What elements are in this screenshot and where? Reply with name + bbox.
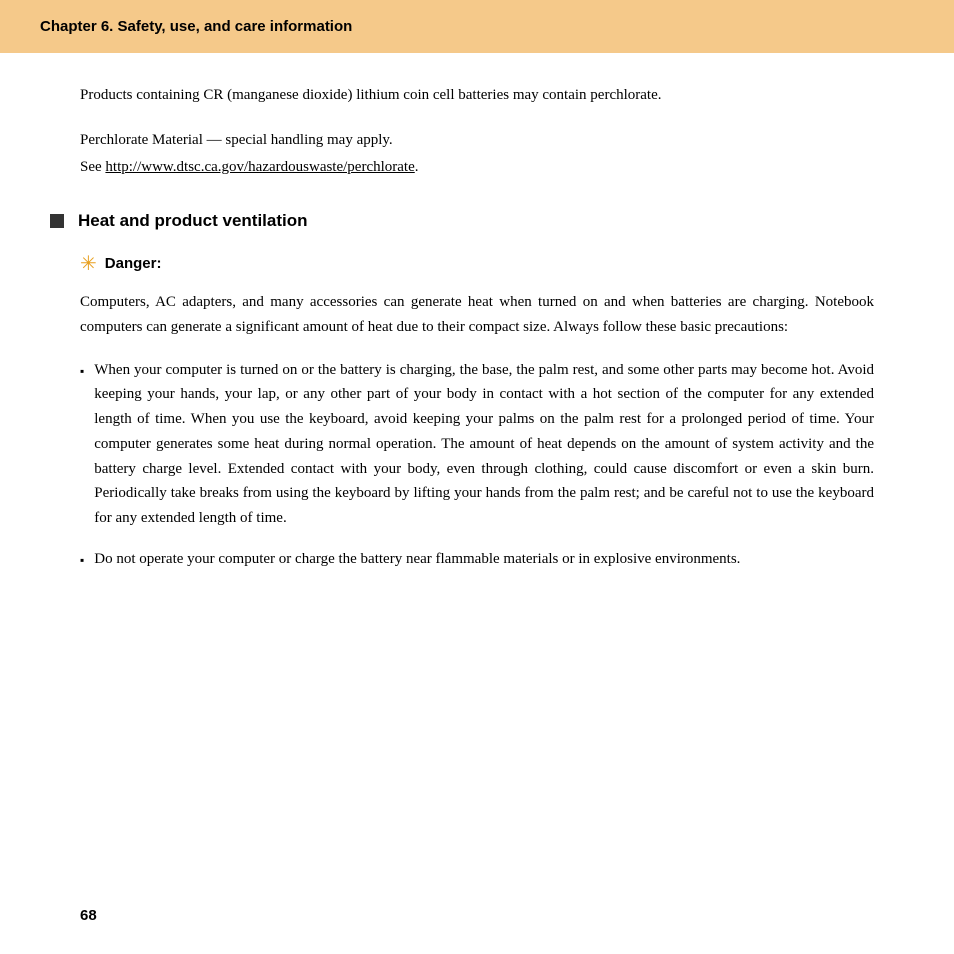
bullet-item-1: ▪ When your computer is turned on or the… xyxy=(80,358,874,531)
chapter-title: Chapter 6. Safety, use, and care informa… xyxy=(40,18,352,35)
bullet-text-1: When your computer is turned on or the b… xyxy=(94,358,874,531)
bullet-item-2: ▪ Do not operate your computer or charge… xyxy=(80,547,874,572)
danger-paragraph: Computers, AC adapters, and many accesso… xyxy=(80,290,874,340)
danger-star-icon: ✳ xyxy=(80,251,97,276)
perchlorate-end: . xyxy=(415,159,419,175)
intro-paragraph-1: Products containing CR (manganese dioxid… xyxy=(80,83,874,107)
danger-label: Danger: xyxy=(105,255,162,272)
section-square-icon xyxy=(50,214,64,228)
perchlorate-see: See xyxy=(80,159,105,175)
section-heading: Heat and product ventilation xyxy=(50,211,874,231)
perchlorate-link[interactable]: http://www.dtsc.ca.gov/hazardouswaste/pe… xyxy=(105,159,414,175)
chapter-header: Chapter 6. Safety, use, and care informa… xyxy=(0,0,954,53)
page-number: 68 xyxy=(80,907,97,924)
section-heading-text: Heat and product ventilation xyxy=(78,211,308,231)
perchlorate-paragraph: Perchlorate Material — special handling … xyxy=(80,127,874,181)
content-area: Products containing CR (manganese dioxid… xyxy=(0,53,954,628)
danger-block: ✳ Danger: xyxy=(80,251,874,276)
bullet-list: ▪ When your computer is turned on or the… xyxy=(80,358,874,572)
perchlorate-line1: Perchlorate Material — special handling … xyxy=(80,132,393,148)
page-wrapper: Chapter 6. Safety, use, and care informa… xyxy=(0,0,954,954)
bullet-marker-1: ▪ xyxy=(80,362,84,382)
bullet-text-2: Do not operate your computer or charge t… xyxy=(94,547,874,572)
bullet-marker-2: ▪ xyxy=(80,551,84,571)
